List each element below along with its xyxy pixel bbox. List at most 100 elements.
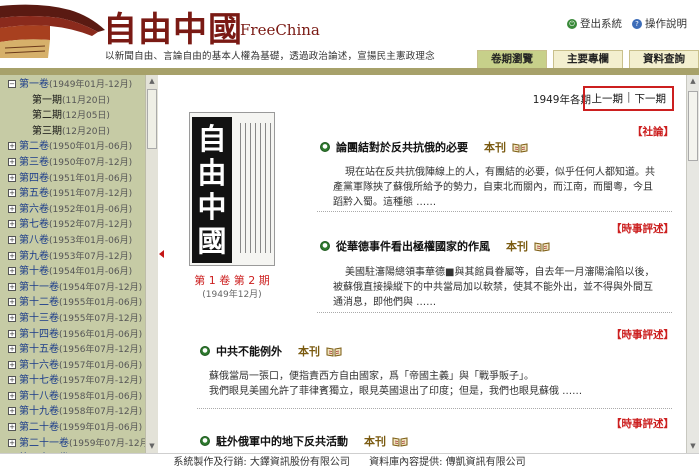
- sidebar-volume-item[interactable]: + 第十二卷(1955年01月-06月): [2, 295, 145, 311]
- expand-icon[interactable]: +: [8, 204, 16, 213]
- main-content: 1949年各期 上一期 | 下一期 自 由 中 國 第 1 卷 第 2 期 (1…: [167, 75, 686, 453]
- prev-issue-link[interactable]: 上一期: [591, 91, 623, 106]
- expand-icon[interactable]: +: [8, 282, 16, 291]
- open-book-icon[interactable]: [392, 436, 408, 447]
- sidebar-issue-item[interactable]: 第三期(12月20日): [2, 124, 145, 140]
- sidebar-volume-item[interactable]: + 第十八卷(1958年01月-06月): [2, 389, 145, 405]
- sidebar-item-label: 第十三卷: [19, 312, 59, 324]
- expand-icon[interactable]: +: [8, 313, 16, 322]
- expand-icon[interactable]: +: [8, 220, 16, 229]
- cover-char: 自: [197, 122, 227, 156]
- scroll-down-icon[interactable]: ▼: [147, 441, 157, 452]
- article-title-row: ● 駐外俄軍中的地下反共活動 本刊: [200, 433, 408, 449]
- article-title-link[interactable]: 從華德事件看出極權國家的作風: [336, 238, 490, 254]
- power-icon: ⏻: [567, 18, 577, 29]
- sidebar-scroll-thumb[interactable]: [147, 89, 157, 149]
- expand-icon[interactable]: +: [8, 251, 16, 260]
- cover-char: 中: [197, 190, 227, 224]
- sidebar-volume-item[interactable]: + 第五卷(1951年07月-12月): [2, 186, 145, 202]
- article-category: 【社論】: [632, 126, 674, 138]
- sidebar-item-date: (1958年07月-12月): [59, 407, 143, 418]
- tab-browse-issues[interactable]: 卷期瀏覽: [477, 50, 547, 68]
- sidebar-scrollbar[interactable]: ▲ ▼: [145, 75, 158, 453]
- sidebar-volume-item[interactable]: + 第十一卷(1954年07月-12月): [2, 280, 145, 296]
- article-title-link[interactable]: 論團結對於反共抗俄的必要: [336, 139, 468, 155]
- scroll-up-icon[interactable]: ▲: [147, 76, 157, 87]
- expand-icon[interactable]: +: [8, 423, 16, 432]
- expand-icon[interactable]: +: [8, 376, 16, 385]
- expand-icon[interactable]: +: [8, 298, 16, 307]
- sidebar-item-date: (1956年07月-12月): [59, 345, 143, 356]
- temple-roof-logo: [0, 4, 105, 58]
- sidebar-volume-item[interactable]: + 第十七卷(1957年07月-12月): [2, 373, 145, 389]
- site-header: 自由中國 FreeChina 以新聞自由、言論自由的基本人權為基礎，透過政治論述…: [0, 0, 699, 68]
- issue-cover-image[interactable]: 自 由 中 國: [189, 112, 275, 266]
- abstract-line: 現在站在反共抗俄陣線上的人，有團結的必要，似乎任何人都知道。共: [345, 167, 655, 178]
- sidebar-item-date: (1952年01月-06月): [49, 204, 133, 215]
- sidebar-volume-item[interactable]: + 第十卷(1954年01月-06月): [2, 264, 145, 280]
- article-title-link[interactable]: 中共不能例外: [216, 343, 282, 359]
- help-icon: ?: [632, 18, 642, 29]
- volume-sidebar: − 第一卷(1949年01月-12月) 第一期(11月20日) 第二期(12月05日)…: [0, 75, 158, 453]
- logout-link[interactable]: ⏻ 登出系統: [567, 16, 622, 31]
- collapse-icon[interactable]: −: [8, 80, 16, 88]
- collapse-sidebar-icon[interactable]: [159, 250, 164, 258]
- main-scrollbar[interactable]: ▲ ▼: [686, 75, 699, 453]
- sidebar-volume-item[interactable]: + 第十四卷(1956年01月-06月): [2, 327, 145, 343]
- sidebar-item-date: (12月05日): [62, 111, 110, 122]
- volume-list: − 第一卷(1949年01月-12月) 第一期(11月20日) 第二期(12月05日)…: [2, 77, 152, 453]
- article-title-link[interactable]: 駐外俄軍中的地下反共活動: [216, 433, 348, 449]
- expand-icon[interactable]: +: [8, 391, 16, 400]
- sidebar-item-date: (1950年07月-12月): [49, 157, 133, 168]
- sidebar-item-label: 第一卷: [19, 79, 49, 90]
- article-author: 本刊: [506, 240, 528, 253]
- sidebar-issue-item[interactable]: 第一期(11月20日): [2, 93, 145, 109]
- scroll-up-icon[interactable]: ▲: [688, 76, 698, 87]
- sidebar-volume-item[interactable]: + 第八卷(1953年01月-06月): [2, 233, 145, 249]
- expand-icon[interactable]: +: [8, 329, 16, 338]
- sidebar-volume-item[interactable]: + 第二十卷(1959年01月-06月): [2, 420, 145, 436]
- sidebar-volume-item[interactable]: + 第十五卷(1956年07月-12月): [2, 342, 145, 358]
- sidebar-volume-item[interactable]: + 第十九卷(1958年07月-12月): [2, 404, 145, 420]
- sidebar-volume-item[interactable]: + 第二卷(1950年01月-06月): [2, 139, 145, 155]
- open-book-icon[interactable]: [534, 241, 550, 252]
- open-book-icon[interactable]: [326, 346, 342, 357]
- sidebar-volume-item[interactable]: + 第九卷(1953年07月-12月): [2, 249, 145, 265]
- sidebar-volume-item[interactable]: + 第七卷(1952年07月-12月): [2, 217, 145, 233]
- sidebar-volume-item[interactable]: + 第三卷(1950年07月-12月): [2, 155, 145, 171]
- tab-data-search[interactable]: 資料查詢: [629, 50, 699, 68]
- main-scroll-thumb[interactable]: [688, 91, 698, 161]
- sidebar-volume-item[interactable]: − 第一卷(1949年01月-12月): [2, 77, 145, 93]
- expand-icon[interactable]: +: [8, 360, 16, 369]
- expand-icon[interactable]: +: [8, 173, 16, 182]
- sidebar-item-label: 第十六卷: [19, 359, 59, 371]
- sidebar-issue-item[interactable]: 第二期(12月05日): [2, 108, 145, 124]
- expand-icon[interactable]: +: [8, 142, 16, 151]
- expand-icon[interactable]: +: [8, 438, 16, 447]
- expand-icon[interactable]: +: [8, 267, 16, 276]
- sidebar-volume-item[interactable]: + 第十三卷(1955年07月-12月): [2, 311, 145, 327]
- next-issue-link[interactable]: 下一期: [635, 91, 667, 106]
- sidebar-item-date: (1958年01月-06月): [59, 391, 143, 402]
- site-subtitle: FreeChina: [240, 21, 320, 39]
- expand-icon[interactable]: +: [8, 189, 16, 198]
- expand-icon[interactable]: +: [8, 235, 16, 244]
- sidebar-item-date: (1956年01月-06月): [59, 329, 143, 340]
- sidebar-item-label: 第三期: [32, 125, 62, 137]
- article-author: 本刊: [484, 141, 506, 154]
- logout-label: 登出系統: [580, 18, 622, 30]
- sidebar-item-label: 第二十卷: [19, 422, 59, 434]
- sidebar-volume-item[interactable]: + 第二十一卷(1959年07月-12月): [2, 436, 152, 452]
- expand-icon[interactable]: +: [8, 345, 16, 354]
- expand-icon[interactable]: +: [8, 407, 16, 416]
- expand-icon[interactable]: +: [8, 157, 16, 166]
- sidebar-volume-item[interactable]: + 第十六卷(1957年01月-06月): [2, 358, 145, 374]
- open-book-icon[interactable]: [512, 142, 528, 153]
- scroll-down-icon[interactable]: ▼: [688, 441, 698, 452]
- help-link[interactable]: ? 操作說明: [632, 16, 687, 31]
- sidebar-volume-item[interactable]: + 第六卷(1952年01月-06月): [2, 202, 145, 218]
- sidebar-item-date: (1954年07月-12月): [59, 282, 143, 293]
- article-category: 【時事評述】: [611, 223, 674, 235]
- sidebar-volume-item[interactable]: + 第四卷(1951年01月-06月): [2, 171, 145, 187]
- tab-main-columns[interactable]: 主要專欄: [553, 50, 623, 68]
